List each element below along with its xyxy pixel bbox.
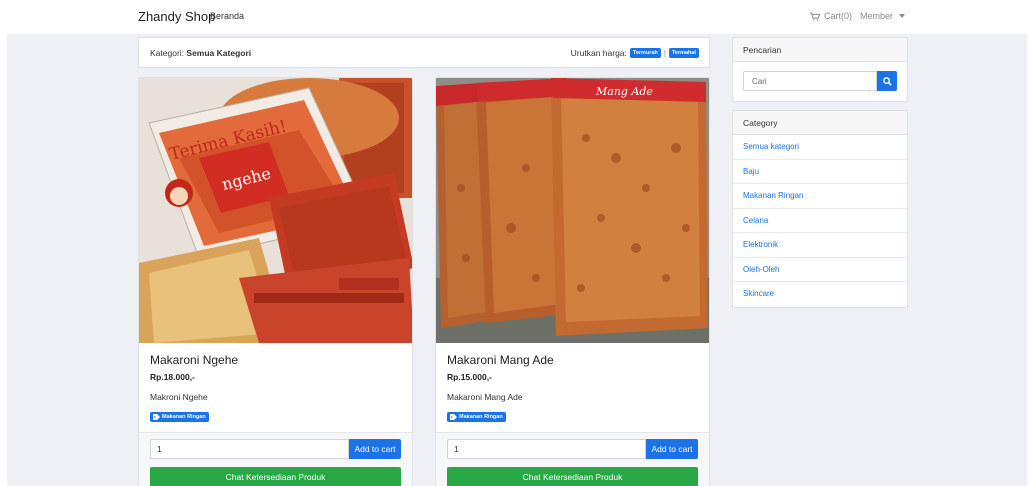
- category-indicator: Kategori: Semua Kategori: [150, 48, 251, 58]
- sort-label: Urutkan harga:: [570, 48, 627, 58]
- sort-bar: Kategori: Semua Kategori Urutkan harga: …: [138, 37, 710, 68]
- category-item-baju[interactable]: Baju: [733, 160, 907, 184]
- sort-controls: Urutkan harga: Termurah | Termahal: [571, 48, 699, 58]
- category-item-elektronik[interactable]: Elektronik: [733, 233, 907, 258]
- nav-right: Cart(0) Member: [809, 11, 905, 21]
- search-button[interactable]: [877, 71, 897, 91]
- category-item-makanan-ringan[interactable]: Makanan Ringan: [733, 184, 907, 209]
- product-image[interactable]: Mang Ade: [436, 78, 709, 343]
- product-image-brand: Mang Ade: [595, 85, 653, 98]
- product-tag[interactable]: Makanan Ringan: [150, 412, 209, 422]
- tag-icon: [153, 414, 160, 420]
- category-heading: Category: [733, 111, 907, 135]
- product-price: Rp.18.000,-: [150, 372, 195, 382]
- product-description: Makroni Ngehe: [150, 392, 208, 402]
- nav-link-home[interactable]: Beranda: [210, 11, 244, 21]
- member-dropdown[interactable]: Member: [860, 11, 893, 21]
- caret-down-icon[interactable]: [899, 14, 905, 18]
- category-item-skincare[interactable]: Skincare: [733, 282, 907, 307]
- category-panel: Category Semua kategori Baju Makanan Rin…: [732, 110, 908, 308]
- product-image[interactable]: Terima Kasih! ngehe: [139, 78, 412, 343]
- cart-icon[interactable]: [809, 12, 820, 21]
- sort-separator: |: [663, 48, 666, 58]
- category-value: Semua Kategori: [186, 48, 252, 58]
- product-tag-label: Makanan Ringan: [162, 414, 206, 420]
- product-tag[interactable]: Makanan Ringan: [447, 412, 506, 422]
- product-card: Mang Ade Makaroni Mang Ade Rp.15.000,- M…: [435, 77, 710, 486]
- product-title[interactable]: Makaroni Ngehe: [150, 353, 238, 367]
- product-price: Rp.15.000,-: [447, 372, 492, 382]
- category-item-celana[interactable]: Celana: [733, 209, 907, 233]
- product-tag-label: Makanan Ringan: [459, 414, 503, 420]
- search-panel: Pencarian Cari: [732, 37, 908, 102]
- sort-cheapest-button[interactable]: Termurah: [629, 48, 661, 58]
- cart-link[interactable]: Cart(0): [824, 11, 852, 21]
- quantity-input[interactable]: 1: [150, 439, 349, 459]
- search-icon: [882, 76, 892, 86]
- tag-icon: [450, 414, 457, 420]
- search-input[interactable]: Cari: [743, 71, 877, 91]
- sort-expensive-button[interactable]: Termahal: [668, 48, 699, 58]
- top-navbar: Zhandy Shop Beranda Cart(0) Member: [0, 0, 1033, 34]
- chat-availability-button[interactable]: Chat Ketersediaan Produk: [150, 467, 401, 486]
- category-label: Kategori:: [150, 48, 185, 58]
- search-heading: Pencarian: [733, 38, 907, 62]
- product-card: Terima Kasih! ngehe Makaroni Ngehe Rp.18…: [138, 77, 413, 486]
- category-item-oleh-oleh[interactable]: Oleh-Oleh: [733, 258, 907, 282]
- brand-logo[interactable]: Zhandy Shop: [138, 9, 215, 24]
- quantity-input[interactable]: 1: [447, 439, 646, 459]
- product-description: Makaroni Mang Ade: [447, 392, 523, 402]
- add-to-cart-button[interactable]: Add to cart: [349, 439, 401, 459]
- chat-availability-button[interactable]: Chat Ketersediaan Produk: [447, 467, 698, 486]
- product-title[interactable]: Makaroni Mang Ade: [447, 353, 554, 367]
- category-item-semua-kategori[interactable]: Semua kategori: [733, 135, 907, 160]
- add-to-cart-button[interactable]: Add to cart: [646, 439, 698, 459]
